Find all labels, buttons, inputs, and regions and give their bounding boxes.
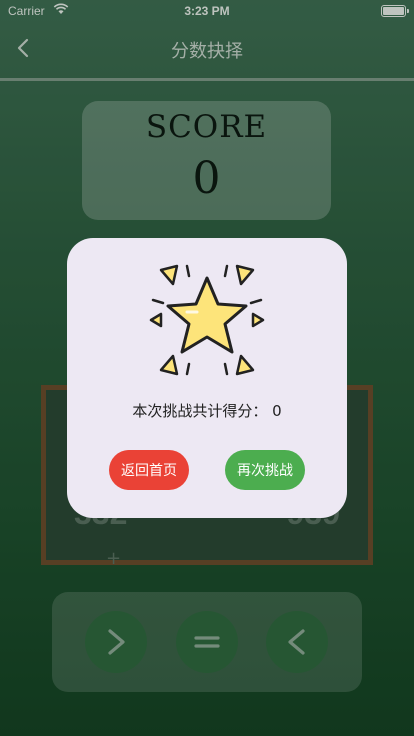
back-to-home-button[interactable]: 返回首页 <box>109 450 189 490</box>
result-text: 本次挑战共计得分： 0 <box>132 402 282 420</box>
star-icon <box>149 264 265 376</box>
result-dialog: 本次挑战共计得分： 0 返回首页 再次挑战 <box>67 238 347 518</box>
retry-button[interactable]: 再次挑战 <box>225 450 305 490</box>
